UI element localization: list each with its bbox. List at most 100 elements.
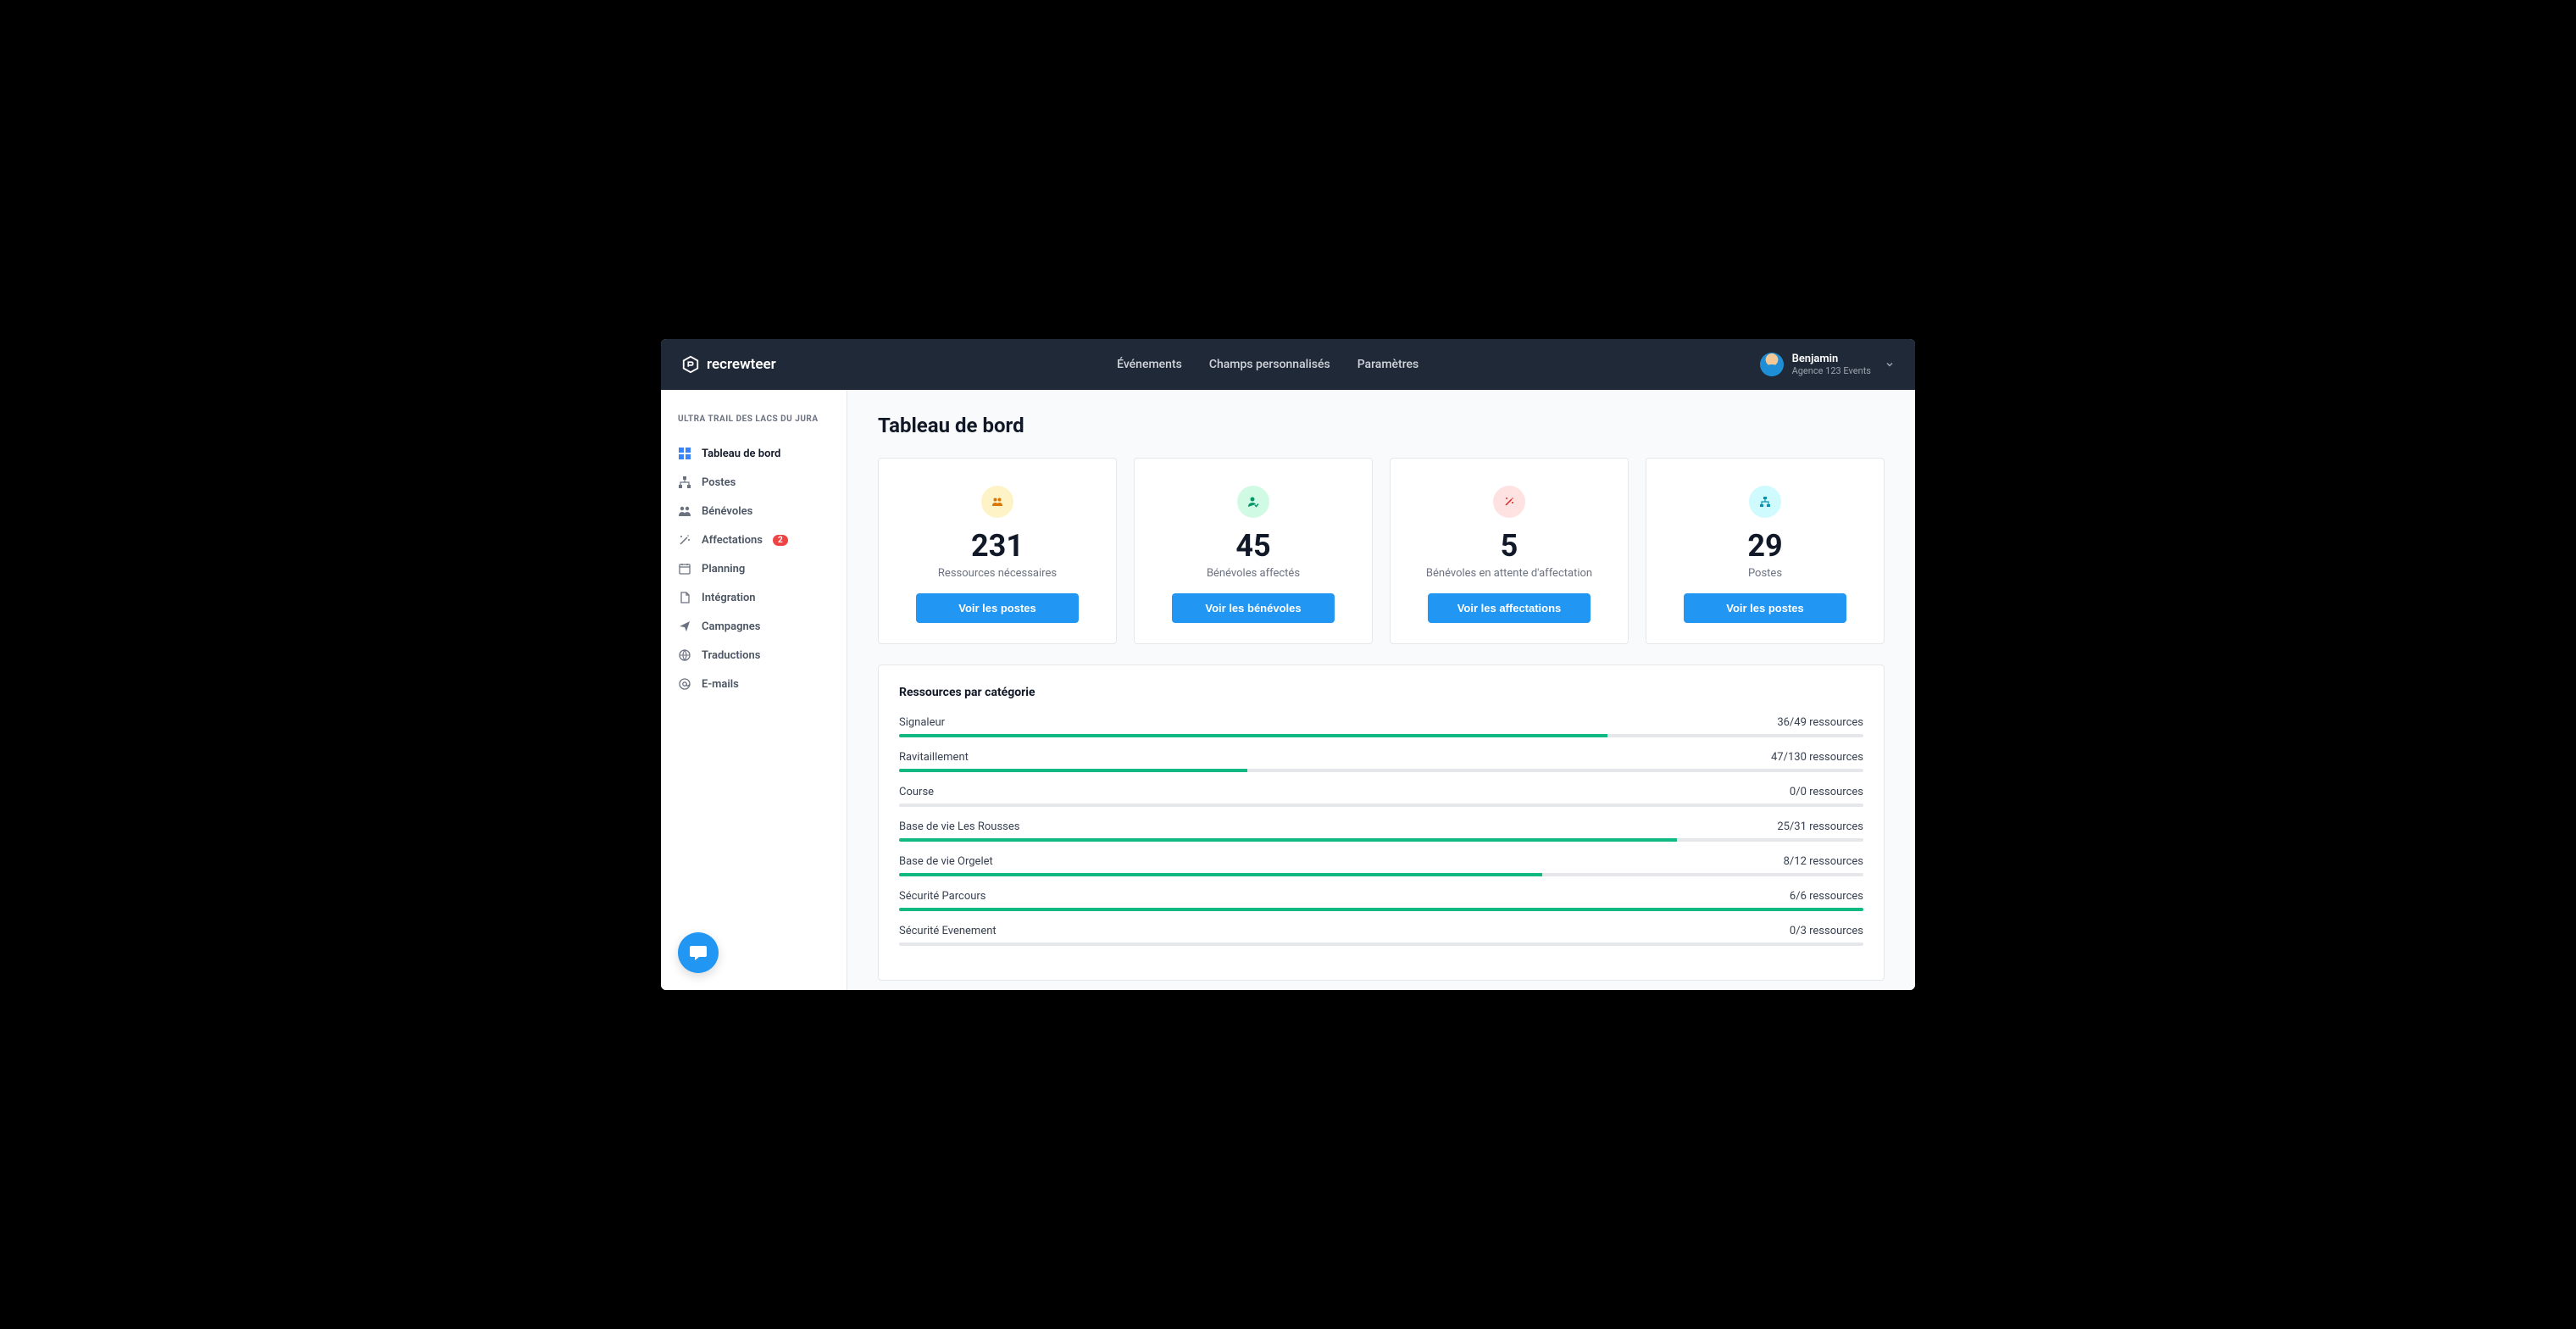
card-label: Bénévoles affectés xyxy=(1207,567,1300,580)
brand-name: recrewteer xyxy=(707,356,776,373)
users-icon xyxy=(678,504,691,518)
grid-icon xyxy=(678,447,691,460)
progress-track xyxy=(899,769,1863,772)
chat-widget[interactable] xyxy=(678,932,719,973)
stats-cards: 231 Ressources nécessaires Voir les post… xyxy=(878,458,1885,644)
card-value: 29 xyxy=(1747,528,1782,564)
chevron-down-icon xyxy=(1885,359,1895,370)
logo-icon xyxy=(681,355,700,374)
sitemap-icon xyxy=(678,475,691,489)
sidebar-item-label: Tableau de bord xyxy=(702,448,780,460)
nav-custom-fields[interactable]: Champs personnalisés xyxy=(1209,358,1330,371)
view-benevoles-button[interactable]: Voir les bénévoles xyxy=(1172,593,1335,623)
category-name: Signaleur xyxy=(899,716,945,729)
card-volunteers-pending: 5 Bénévoles en attente d'affectation Voi… xyxy=(1390,458,1629,644)
sidebar-item-label: Affectations xyxy=(702,534,763,547)
category-count: 25/31 ressources xyxy=(1777,820,1863,833)
sidebar: ULTRA TRAIL DES LACS DU JURA Tableau de … xyxy=(661,390,847,990)
sidebar-item-campagnes[interactable]: Campagnes xyxy=(661,612,847,641)
category-row: Course 0/0 ressources xyxy=(899,786,1863,807)
category-count: 8/12 ressources xyxy=(1784,855,1863,868)
view-postes-button-2[interactable]: Voir les postes xyxy=(1684,593,1846,623)
card-label: Ressources nécessaires xyxy=(938,567,1057,580)
sidebar-item-affectations[interactable]: Affectations 2 xyxy=(661,525,847,554)
card-label: Bénévoles en attente d'affectation xyxy=(1426,567,1592,580)
sidebar-item-planning[interactable]: Planning xyxy=(661,554,847,583)
category-name: Base de vie Les Rousses xyxy=(899,820,1019,833)
progress-track xyxy=(899,908,1863,911)
category-name: Base de vie Orgelet xyxy=(899,855,993,868)
page-title: Tableau de bord xyxy=(878,414,1885,437)
sitemap-icon xyxy=(1759,496,1771,508)
category-count: 47/130 ressources xyxy=(1771,751,1863,764)
sidebar-item-benevoles[interactable]: Bénévoles xyxy=(661,497,847,525)
category-count: 6/6 ressources xyxy=(1790,890,1863,903)
card-icon-wrap xyxy=(981,486,1013,518)
badge: 2 xyxy=(773,535,788,546)
card-value: 45 xyxy=(1235,528,1270,564)
calendar-icon xyxy=(678,562,691,576)
category-row: Sécurité Evenement 0/3 ressources xyxy=(899,925,1863,946)
sidebar-item-label: Planning xyxy=(702,563,745,576)
user-menu[interactable]: Benjamin Agence 123 Events xyxy=(1760,353,1895,376)
sidebar-item-label: E-mails xyxy=(702,678,739,691)
at-icon xyxy=(678,677,691,691)
sidebar-item-traductions[interactable]: Traductions xyxy=(661,641,847,670)
card-value: 5 xyxy=(1501,528,1518,564)
category-count: 0/3 ressources xyxy=(1790,925,1863,937)
progress-track xyxy=(899,804,1863,807)
panel-title: Ressources par catégorie xyxy=(899,686,1863,699)
category-name: Ravitaillement xyxy=(899,751,969,764)
progress-track xyxy=(899,943,1863,946)
sidebar-item-integration[interactable]: Intégration xyxy=(661,583,847,612)
logo[interactable]: recrewteer xyxy=(681,355,776,374)
category-row: Base de vie Orgelet 8/12 ressources xyxy=(899,855,1863,876)
progress-fill xyxy=(899,838,1677,842)
card-icon-wrap xyxy=(1237,486,1269,518)
globe-icon xyxy=(678,648,691,662)
chat-icon xyxy=(688,943,708,963)
topbar: recrewteer Événements Champs personnalis… xyxy=(661,339,1915,390)
event-name: ULTRA TRAIL DES LACS DU JURA xyxy=(661,414,847,439)
card-postes: 29 Postes Voir les postes xyxy=(1646,458,1885,644)
sidebar-item-emails[interactable]: E-mails xyxy=(661,670,847,698)
sidebar-item-label: Intégration xyxy=(702,592,756,604)
resources-panel: Ressources par catégorie Signaleur 36/49 … xyxy=(878,664,1885,981)
sidebar-item-label: Bénévoles xyxy=(702,505,752,518)
main-content: Tableau de bord 231 Ressources nécessair… xyxy=(847,390,1915,990)
category-name: Course xyxy=(899,786,934,798)
top-navigation: Événements Champs personnalisés Paramètr… xyxy=(1117,358,1418,371)
category-count: 0/0 ressources xyxy=(1790,786,1863,798)
progress-fill xyxy=(899,873,1542,876)
card-value: 231 xyxy=(971,528,1024,564)
progress-fill xyxy=(899,734,1607,737)
category-name: Sécurité Parcours xyxy=(899,890,986,903)
sidebar-item-label: Postes xyxy=(702,476,736,489)
category-row: Ravitaillement 47/130 ressources xyxy=(899,751,1863,772)
card-volunteers-assigned: 45 Bénévoles affectés Voir les bénévoles xyxy=(1134,458,1373,644)
sidebar-item-postes[interactable]: Postes xyxy=(661,468,847,497)
view-postes-button[interactable]: Voir les postes xyxy=(916,593,1079,623)
avatar xyxy=(1760,353,1784,376)
nav-settings[interactable]: Paramètres xyxy=(1357,358,1419,371)
card-icon-wrap xyxy=(1493,486,1525,518)
sidebar-item-label: Traductions xyxy=(702,649,760,662)
category-row: Base de vie Les Rousses 25/31 ressources xyxy=(899,820,1863,842)
progress-track xyxy=(899,734,1863,737)
category-row: Signaleur 36/49 ressources xyxy=(899,716,1863,737)
sidebar-item-label: Campagnes xyxy=(702,620,760,633)
view-affectations-button[interactable]: Voir les affectations xyxy=(1428,593,1591,623)
sidebar-item-dashboard[interactable]: Tableau de bord xyxy=(661,439,847,468)
nav-events[interactable]: Événements xyxy=(1117,358,1182,371)
progress-fill xyxy=(899,769,1247,772)
category-row: Sécurité Parcours 6/6 ressources xyxy=(899,890,1863,911)
category-name: Sécurité Evenement xyxy=(899,925,997,937)
user-name: Benjamin xyxy=(1792,353,1871,365)
card-label: Postes xyxy=(1748,567,1782,580)
send-icon xyxy=(678,620,691,633)
category-count: 36/49 ressources xyxy=(1777,716,1863,729)
progress-track xyxy=(899,838,1863,842)
card-icon-wrap xyxy=(1749,486,1781,518)
users-icon xyxy=(991,496,1003,508)
wand-icon xyxy=(1503,496,1515,508)
